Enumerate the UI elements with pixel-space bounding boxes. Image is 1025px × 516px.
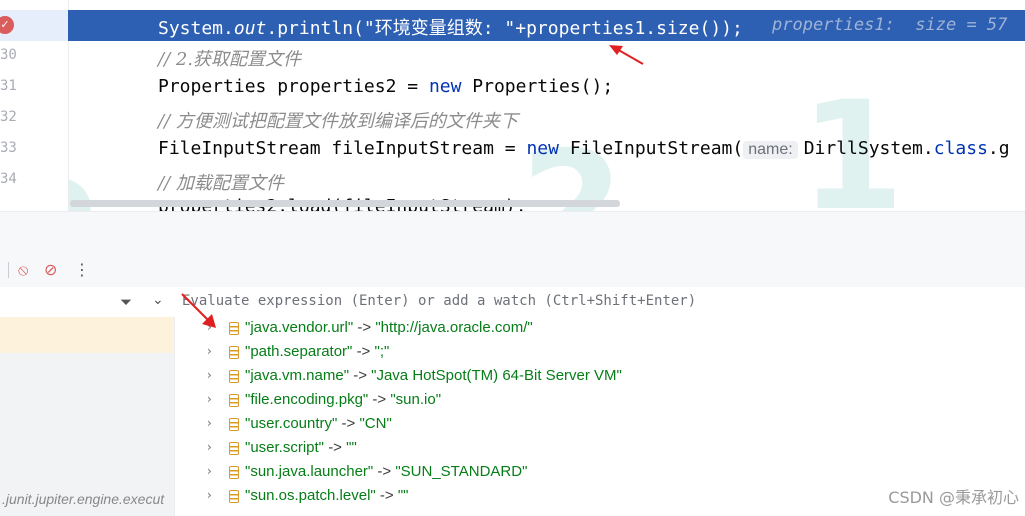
chevron-right-icon[interactable]: › bbox=[207, 440, 212, 454]
code-line-current[interactable]: ✓ System.out.println("环境变量组数: "+properti… bbox=[0, 10, 1025, 41]
debug-toolbar: ⦸ ⊘ ⋮ bbox=[0, 211, 1025, 288]
frame-item[interactable]: .junit.jupiter.engine.execut bbox=[2, 491, 174, 507]
variable-row[interactable]: › "path.separator" -> ";" bbox=[175, 341, 1025, 365]
horizontal-scrollbar[interactable] bbox=[70, 200, 620, 207]
code-text: System.out.println("环境变量组数: "+properties… bbox=[158, 18, 743, 39]
variable-value: "http://java.oracle.com/" bbox=[375, 319, 533, 336]
evaluate-expression-bar[interactable]: ⏷ ⌄ Evaluate expression (Enter) or add a… bbox=[0, 287, 1025, 318]
chevron-right-icon[interactable]: › bbox=[207, 464, 212, 478]
variable-key: "path.separator" bbox=[245, 343, 353, 360]
line-number: 34 bbox=[0, 171, 17, 187]
code-text: // 2.获取配置文件 bbox=[158, 49, 302, 70]
variable-value: "" bbox=[346, 439, 357, 456]
chevron-right-icon[interactable]: › bbox=[207, 344, 212, 358]
code-line[interactable]: 34 // 加载配置文件 bbox=[0, 165, 1025, 196]
watermark: CSDN @秉承初心 bbox=[888, 488, 1019, 507]
toolbar-separator bbox=[8, 262, 9, 278]
variable-row[interactable]: › "sun.java.launcher" -> "SUN_STANDARD" bbox=[175, 461, 1025, 485]
variable-value: "Java HotSpot(TM) 64-Bit Server VM" bbox=[371, 367, 622, 384]
line-number: 30 bbox=[0, 47, 17, 63]
frames-panel[interactable]: .junit.jupiter.engine.execut bbox=[0, 317, 175, 516]
variable-key: "user.country" bbox=[245, 415, 338, 432]
variable-key: "java.vendor.url" bbox=[245, 319, 354, 336]
chevron-right-icon[interactable]: › bbox=[207, 416, 212, 430]
field-icon bbox=[229, 346, 239, 359]
variable-value: "CN" bbox=[359, 415, 392, 432]
field-icon bbox=[229, 370, 239, 383]
variable-row[interactable]: › "user.script" -> "" bbox=[175, 437, 1025, 461]
field-icon bbox=[229, 442, 239, 455]
mute-breakpoints-icon[interactable]: ⊘ bbox=[44, 260, 57, 279]
variable-value: "" bbox=[397, 487, 409, 504]
variable-key: "java.vm.name" bbox=[245, 367, 350, 384]
code-text: // 加载配置文件 bbox=[158, 173, 284, 194]
variable-value: ";" bbox=[374, 343, 390, 360]
line-number: 31 bbox=[0, 78, 17, 94]
variable-row[interactable]: › "java.vm.name" -> "Java HotSpot(TM) 64… bbox=[175, 365, 1025, 389]
field-icon bbox=[229, 466, 239, 479]
variable-key: "sun.java.launcher" bbox=[245, 463, 374, 480]
evaluate-expression-input[interactable]: Evaluate expression (Enter) or add a wat… bbox=[182, 293, 696, 309]
line-number: 32 bbox=[0, 109, 17, 125]
parameter-hint: name: bbox=[743, 141, 798, 159]
code-line[interactable]: 33 FileInputStream fileInputStream = new… bbox=[0, 134, 1025, 165]
variable-key: "user.script" bbox=[245, 439, 325, 456]
variable-row[interactable]: › "file.encoding.pkg" -> "sun.io" bbox=[175, 389, 1025, 413]
line-number: 33 bbox=[0, 140, 17, 156]
variable-key: "sun.os.patch.level" bbox=[245, 487, 376, 504]
code-line[interactable]: 31 Properties properties2 = new Properti… bbox=[0, 72, 1025, 103]
field-icon bbox=[229, 394, 239, 407]
field-icon bbox=[229, 322, 239, 335]
chevron-right-icon[interactable]: › bbox=[207, 488, 212, 502]
variable-row[interactable]: › "java.vendor.url" -> "http://java.orac… bbox=[175, 317, 1025, 341]
code-text: // 方便测试把配置文件放到编译后的文件夹下 bbox=[158, 111, 518, 132]
filter-icon[interactable]: ⏷ bbox=[120, 293, 132, 311]
chevron-right-icon[interactable]: › bbox=[207, 368, 212, 382]
variable-row[interactable]: › "user.country" -> "CN" bbox=[175, 413, 1025, 437]
field-icon bbox=[229, 490, 239, 503]
variable-value: "SUN_STANDARD" bbox=[395, 463, 528, 480]
field-icon bbox=[229, 418, 239, 431]
inline-debug-value: properties1: size = 57 bbox=[772, 15, 1008, 35]
code-text: FileInputStream fileInputStream = new Fi… bbox=[158, 138, 1010, 159]
chevron-down-icon[interactable]: ⌄ bbox=[152, 292, 164, 308]
variable-value: "sun.io" bbox=[390, 391, 442, 408]
chevron-right-icon[interactable]: › bbox=[207, 392, 212, 406]
frame-selected[interactable] bbox=[0, 317, 174, 353]
variable-key: "file.encoding.pkg" bbox=[245, 391, 369, 408]
chevron-right-icon[interactable]: › bbox=[207, 320, 212, 334]
code-text: Properties properties2 = new Properties(… bbox=[158, 76, 614, 97]
code-editor[interactable]: 2 0 2 1 ✓ System.out.println("环境变量组数: "+… bbox=[0, 0, 1025, 211]
breakpoint-icon[interactable]: ⦸ bbox=[18, 260, 28, 280]
code-line[interactable]: 32 // 方便测试把配置文件放到编译后的文件夹下 bbox=[0, 103, 1025, 134]
code-line[interactable]: 30 // 2.获取配置文件 bbox=[0, 41, 1025, 72]
more-icon[interactable]: ⋮ bbox=[74, 260, 90, 279]
